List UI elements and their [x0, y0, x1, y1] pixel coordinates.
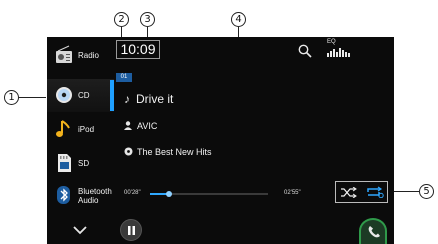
- shuffle-icon[interactable]: [341, 187, 357, 198]
- sidebar-item-label: iPod: [78, 125, 95, 134]
- sidebar-item-radio[interactable]: Radio: [47, 39, 114, 72]
- equalizer-button[interactable]: EQ: [327, 39, 353, 59]
- pause-icon: [128, 226, 135, 235]
- callout-1-leader: [19, 97, 46, 98]
- head-unit-screen: Radio CD iPod SD Bluetooth Audio 10:09 0…: [47, 37, 394, 244]
- sidebar-item-label: Bluetooth Audio: [78, 179, 112, 212]
- bottom-bar: [47, 218, 394, 244]
- sidebar-item-bluetooth-audio[interactable]: Bluetooth Audio: [47, 179, 114, 212]
- figure: 2 3 4 1 5 Radio CD iPod SD Bluetooth Aud…: [0, 0, 438, 244]
- callout-4: 4: [231, 12, 246, 27]
- progress-bar[interactable]: [150, 191, 268, 197]
- album-icon: [124, 147, 133, 156]
- radio-icon: [56, 45, 72, 63]
- elapsed-time: 00'28": [124, 190, 141, 196]
- artist-name: AVIC: [137, 121, 158, 131]
- album-row: The Best New Hits: [124, 147, 212, 157]
- sidebar-item-cd[interactable]: CD: [47, 79, 114, 112]
- repeat-icon[interactable]: [366, 186, 384, 198]
- equalizer-icon: [327, 48, 350, 57]
- sidebar-item-label: Radio: [78, 51, 99, 60]
- track-title: Drive it: [136, 92, 174, 106]
- sidebar-item-sd[interactable]: SD: [47, 147, 114, 180]
- callout-3: 3: [140, 12, 155, 27]
- chevron-down-icon[interactable]: [73, 225, 87, 235]
- callout-5: 5: [419, 184, 434, 199]
- eq-label: EQ: [327, 39, 336, 45]
- playback-mode-panel: [335, 181, 388, 203]
- callout-1: 1: [4, 90, 19, 105]
- sidebar-item-label-line1: Bluetooth: [78, 186, 112, 196]
- track-number: 01: [116, 73, 132, 82]
- callout-2: 2: [114, 12, 129, 27]
- phone-button[interactable]: [359, 218, 387, 244]
- sidebar-item-ipod[interactable]: iPod: [47, 113, 114, 146]
- sd-card-icon: [58, 154, 71, 172]
- artist-row: AVIC: [124, 121, 157, 131]
- music-note-icon: ♪: [124, 92, 130, 106]
- album-name: The Best New Hits: [137, 147, 212, 157]
- total-time: 02'55": [284, 190, 301, 196]
- sidebar-item-label: SD: [78, 159, 90, 168]
- music-note-icon: [56, 120, 70, 137]
- track-title-row: ♪ Drive it: [124, 92, 173, 106]
- sidebar-item-label: CD: [78, 91, 90, 100]
- progress-handle[interactable]: [165, 191, 172, 197]
- pause-button[interactable]: [120, 219, 142, 241]
- sidebar-item-label-line2: Audio: [78, 195, 99, 205]
- search-icon[interactable]: [298, 44, 312, 58]
- artist-icon: [124, 121, 132, 130]
- cd-icon: [56, 87, 72, 103]
- track-info-panel: ♪ Drive it AVIC The Best New Hits: [116, 84, 309, 234]
- clock: 10:09: [116, 40, 160, 59]
- phone-icon: [368, 226, 380, 238]
- bluetooth-icon: [57, 186, 70, 204]
